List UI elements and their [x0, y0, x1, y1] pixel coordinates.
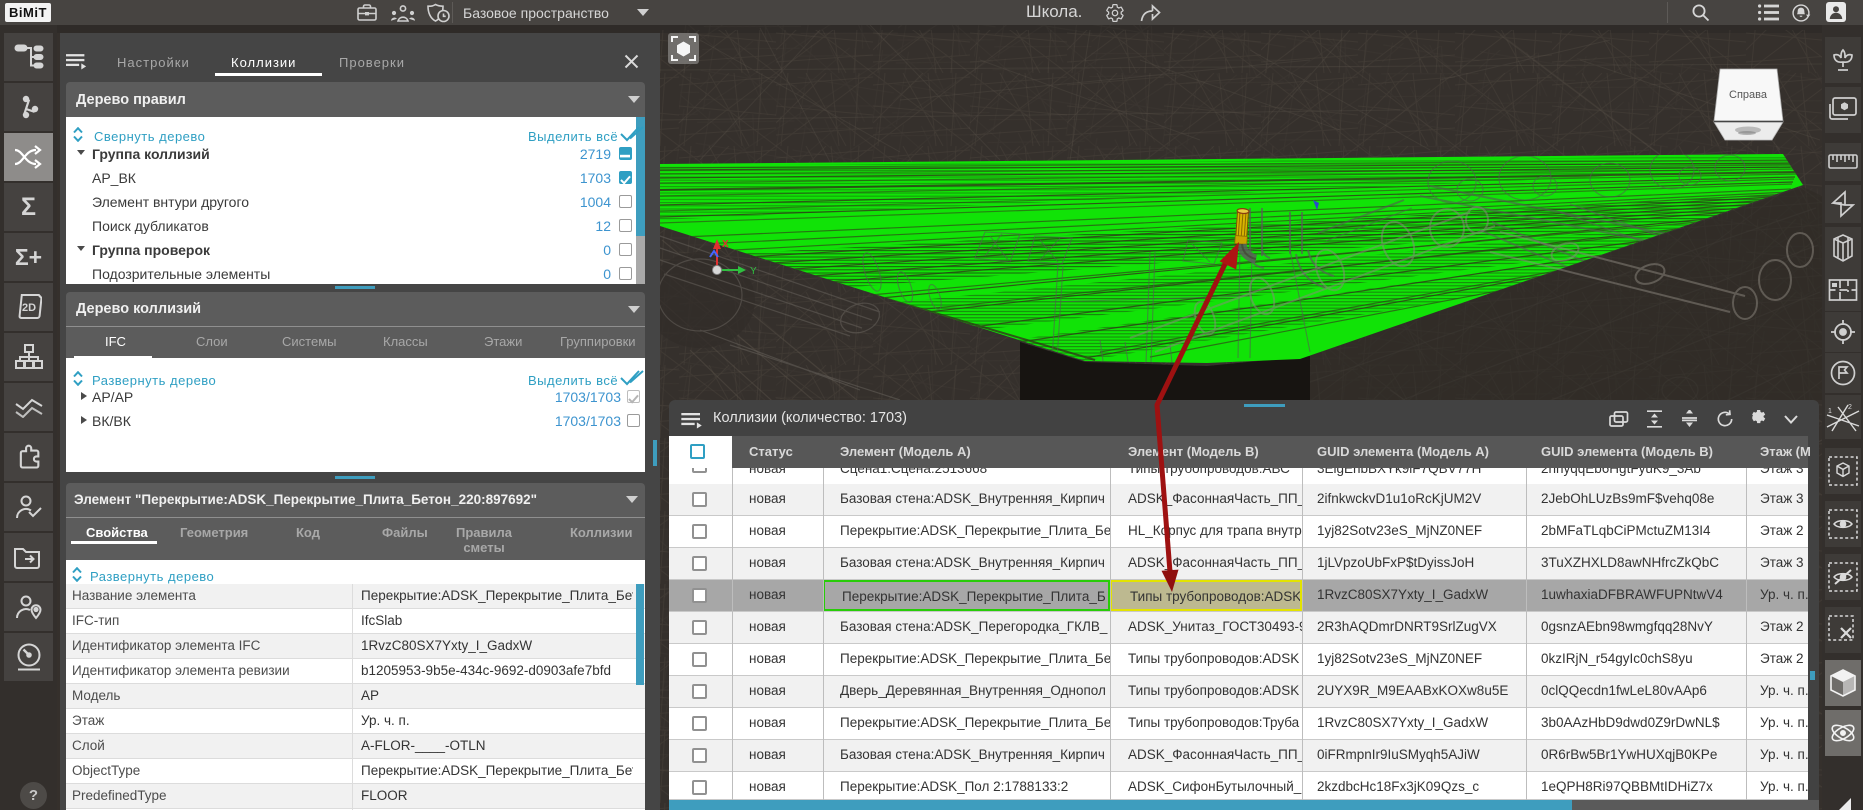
svg-text:2D: 2D [22, 302, 36, 314]
svg-text:2: 2 [1848, 404, 1852, 411]
svg-text:1: 1 [1828, 408, 1832, 415]
svg-text:Справа: Справа [1729, 89, 1768, 101]
svg-text:X: X [722, 239, 729, 250]
svg-text:Y: Y [750, 266, 757, 277]
